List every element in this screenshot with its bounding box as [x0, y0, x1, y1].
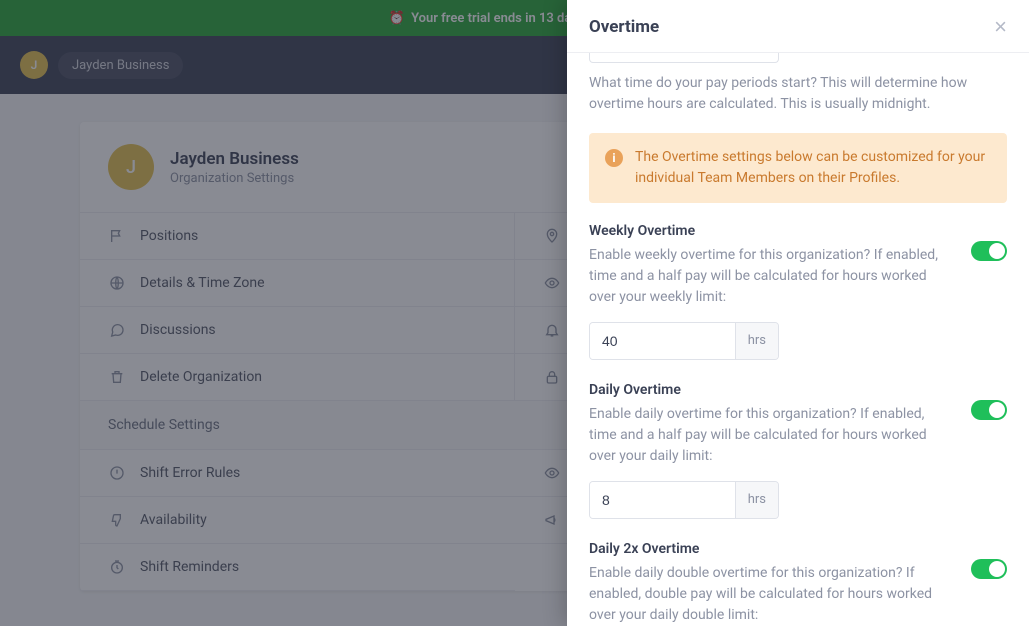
pay-period-help: What time do your pay periods start? Thi… [589, 73, 1007, 115]
panel-header: Overtime × [567, 0, 1029, 53]
alert-text: The Overtime settings below can be custo… [635, 149, 985, 186]
daily-2x-overtime-title: Daily 2x Overtime [589, 541, 1007, 557]
daily-2x-overtime-toggle[interactable] [971, 559, 1007, 579]
daily-overtime-title: Daily Overtime [589, 382, 1007, 398]
weekly-overtime-input-group: hrs [589, 322, 779, 360]
overtime-panel: Overtime × What time do your pay periods… [567, 0, 1029, 626]
daily-overtime-desc: Enable daily overtime for this organizat… [589, 404, 1007, 467]
weekly-overtime-input[interactable] [590, 323, 735, 359]
info-icon: i [605, 149, 623, 167]
overtime-info-alert: i The Overtime settings below can be cus… [589, 133, 1007, 203]
weekly-overtime-desc: Enable weekly overtime for this organiza… [589, 245, 1007, 308]
panel-body: What time do your pay periods start? Thi… [567, 53, 1029, 626]
weekly-overtime-title: Weekly Overtime [589, 223, 1007, 239]
weekly-overtime-block: Weekly Overtime Enable weekly overtime f… [589, 223, 1007, 360]
daily-overtime-input[interactable] [590, 482, 735, 518]
daily-overtime-input-group: hrs [589, 481, 779, 519]
panel-title: Overtime [589, 17, 659, 37]
daily-2x-overtime-desc: Enable daily double overtime for this or… [589, 563, 1007, 626]
weekly-overtime-unit: hrs [735, 323, 778, 359]
daily-2x-overtime-block: Daily 2x Overtime Enable daily double ov… [589, 541, 1007, 626]
pay-period-start-input[interactable] [589, 53, 779, 63]
weekly-overtime-toggle[interactable] [971, 241, 1007, 261]
close-icon[interactable]: × [994, 16, 1007, 38]
daily-overtime-unit: hrs [735, 482, 778, 518]
daily-overtime-block: Daily Overtime Enable daily overtime for… [589, 382, 1007, 519]
daily-overtime-toggle[interactable] [971, 400, 1007, 420]
